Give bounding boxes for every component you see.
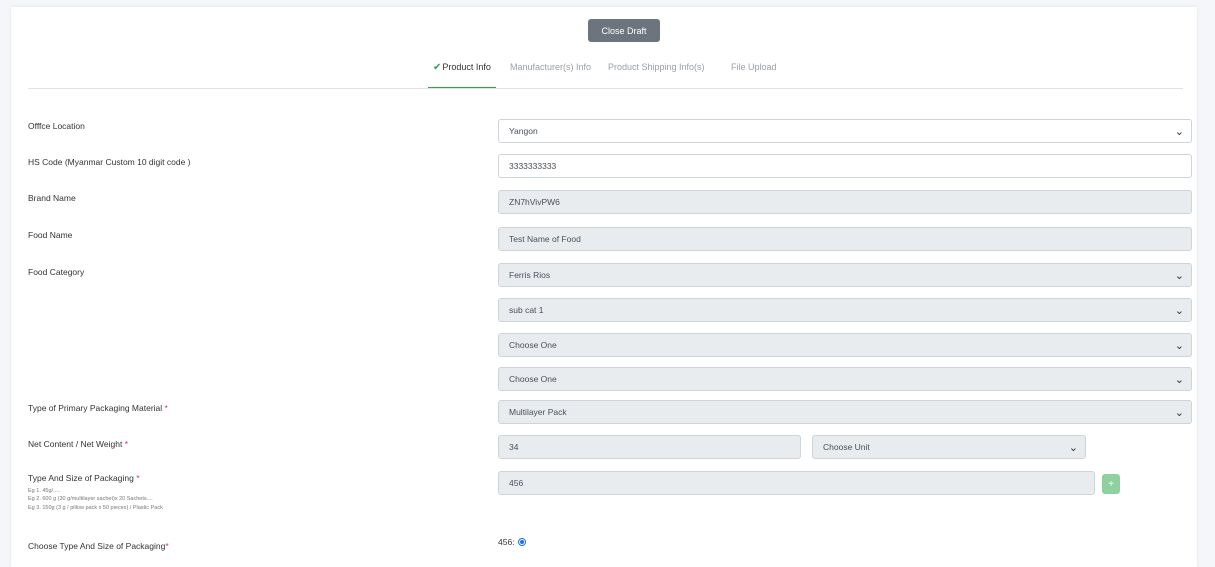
chevron-down-icon: ⌄ — [1068, 442, 1078, 454]
packaging-hint-1: Eg 1. 45g/..... — [28, 488, 61, 494]
add-packaging-button[interactable]: + — [1102, 474, 1120, 494]
office-location-label: Offfce Location — [28, 121, 85, 131]
packaging-material-select[interactable]: Multilayer Pack ⌄ — [498, 400, 1192, 424]
food-category-select[interactable]: Ferris Rios ⌄ — [498, 263, 1192, 287]
office-location-select[interactable]: Yangon ⌄ — [498, 119, 1192, 143]
food-name-label: Food Name — [28, 230, 73, 240]
tab-product-info[interactable]: ✔Product Info — [428, 62, 496, 89]
tab-product-shipping-info[interactable]: Product Shipping Info(s) — [608, 62, 705, 72]
form-card: Close Draft ✔Product Info Manufacturer(s… — [11, 7, 1197, 567]
food-name-input[interactable]: Test Name of Food — [498, 227, 1192, 251]
brand-name-input[interactable]: ZN7hVivPW6 — [498, 190, 1192, 214]
type-size-packaging-label: Type And Size of Packaging * — [28, 473, 140, 483]
choose-type-size-label: Choose Type And Size of Packaging* — [28, 541, 169, 551]
food-subcategory-select[interactable]: sub cat 1 ⌄ — [498, 298, 1192, 322]
net-content-label: Net Content / Net Weight * — [28, 439, 129, 449]
radio-selected-icon[interactable] — [517, 538, 526, 546]
chevron-down-icon: ⌄ — [1174, 126, 1184, 138]
chevron-down-icon: ⌄ — [1174, 340, 1184, 352]
chevron-down-icon: ⌄ — [1174, 374, 1184, 386]
chevron-down-icon: ⌄ — [1174, 407, 1184, 419]
packaging-radio-option[interactable]: 456: — [498, 537, 526, 547]
packaging-material-label: Type of Primary Packaging Material * — [28, 403, 168, 413]
tab-file-upload[interactable]: File Upload — [731, 62, 777, 72]
tab-bar: ✔Product Info Manufacturer(s) Info Produ… — [11, 57, 1197, 89]
net-content-input[interactable]: 34 — [498, 435, 801, 459]
close-draft-button[interactable]: Close Draft — [588, 19, 660, 42]
chevron-down-icon: ⌄ — [1174, 305, 1184, 317]
tab-divider — [28, 88, 1183, 89]
packaging-hint-2: Eg 2. 600 g (30 g/multilayer sachet)x 20… — [28, 496, 153, 502]
packaging-hint-3: Eg 3. 150g (3 g / pillow pack x 50 piece… — [28, 505, 163, 511]
tab-manufacturer-info[interactable]: Manufacturer(s) Info — [510, 62, 591, 72]
check-icon: ✔ — [433, 62, 442, 73]
food-category-level3-select[interactable]: Choose One ⌄ — [498, 333, 1192, 357]
hs-code-input[interactable]: 3333333333 — [498, 154, 1192, 178]
food-category-level4-select[interactable]: Choose One ⌄ — [498, 367, 1192, 391]
food-category-label: Food Category — [28, 267, 85, 277]
hs-code-label: HS Code (Myanmar Custom 10 digit code ) — [28, 157, 191, 167]
type-size-packaging-input[interactable]: 456 — [498, 471, 1095, 495]
brand-name-label: Brand Name — [28, 193, 76, 203]
unit-select[interactable]: Choose Unit ⌄ — [812, 435, 1086, 459]
chevron-down-icon: ⌄ — [1174, 270, 1184, 282]
